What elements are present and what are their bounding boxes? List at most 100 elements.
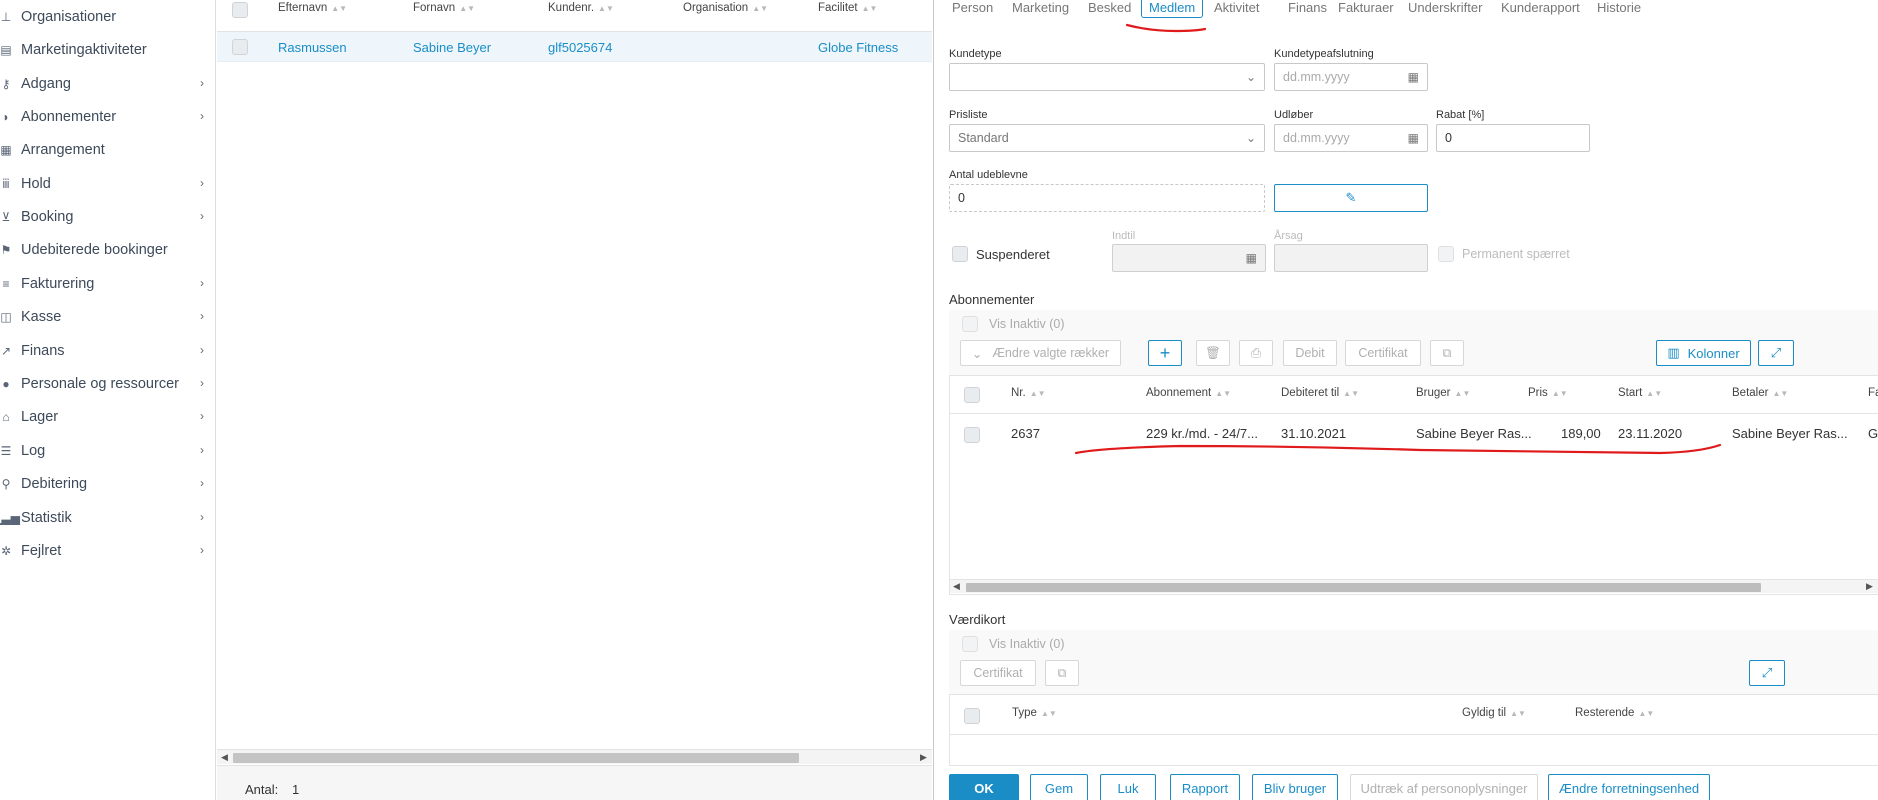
- sidebar-item-personale-og-ressourcer[interactable]: ● Personale og ressourcer ›: [0, 372, 216, 396]
- sidebar-item-marketingaktiviteter[interactable]: ▤ Marketingaktiviteter: [0, 38, 216, 62]
- column-header-organisation[interactable]: Organisation ▲▼: [683, 2, 768, 14]
- sidebar-item-lager[interactable]: ⌂ Lager ›: [0, 405, 216, 429]
- rapport-button[interactable]: Rapport: [1170, 774, 1240, 800]
- vis-inaktiv-checkbox[interactable]: [962, 316, 978, 332]
- scroll-right-icon[interactable]: ▶: [920, 752, 927, 763]
- column-header-resterende[interactable]: Resterende ▲▼: [1575, 707, 1654, 719]
- kundetypeafslutning-date-input[interactable]: dd.mm.yyyy ▦: [1274, 63, 1428, 91]
- tab-medlem[interactable]: Medlem: [1141, 0, 1204, 18]
- expand-button[interactable]: ⤢: [1749, 660, 1785, 686]
- column-header-bruger[interactable]: Bruger ▲▼: [1416, 387, 1470, 399]
- suspenderet-label: Suspenderet: [976, 247, 1050, 262]
- select-all-checkbox[interactable]: [964, 387, 980, 403]
- tab-person[interactable]: Person: [952, 0, 993, 18]
- scroll-right-icon[interactable]: ▶: [1866, 581, 1873, 592]
- column-header-pris[interactable]: Pris ▲▼: [1528, 387, 1568, 399]
- list-footer: Antal: 1: [217, 765, 932, 800]
- grid-header: Nr. ▲▼ Abonnement ▲▼ Debiteret til ▲▼ Bruge…: [950, 376, 1878, 414]
- antal-udeblevne-input[interactable]: 0: [949, 184, 1265, 212]
- cell-nr[interactable]: 2637: [1011, 426, 1040, 441]
- tab-marketing[interactable]: Marketing: [1012, 0, 1069, 18]
- tab-kunderapport[interactable]: Kunderapport: [1501, 0, 1580, 18]
- cell-fornavn[interactable]: Sabine Beyer: [413, 40, 491, 55]
- tab-besked[interactable]: Besked: [1088, 0, 1131, 18]
- grid-horizontal-scrollbar[interactable]: ◀ ▶: [950, 579, 1878, 593]
- aendre-forretningsenhed-button[interactable]: Ændre forretningsenhed: [1548, 774, 1710, 800]
- rabat-input[interactable]: 0: [1436, 124, 1590, 152]
- select-all-checkbox[interactable]: [232, 2, 248, 18]
- cell-start[interactable]: 23.11.2020: [1618, 426, 1682, 441]
- gem-button[interactable]: Gem: [1030, 774, 1088, 800]
- customer-detail-pane: Person Marketing Besked Medlem Aktivitet…: [933, 0, 1878, 800]
- sidebar-item-arrangement[interactable]: ▦ Arrangement: [0, 138, 216, 162]
- cell-pris[interactable]: 189,00: [1561, 426, 1601, 441]
- suspenderet-checkbox[interactable]: [952, 246, 968, 262]
- cell-fa[interactable]: G: [1868, 426, 1878, 441]
- cell-abonnement[interactable]: 229 kr./md. - 24/7...: [1146, 426, 1258, 441]
- sidebar-item-hold[interactable]: ⅲ Hold ›: [0, 172, 216, 196]
- add-subscription-button[interactable]: +: [1148, 340, 1182, 366]
- sidebar-item-log[interactable]: ☰ Log ›: [0, 439, 216, 463]
- scrollbar-thumb[interactable]: [233, 753, 799, 763]
- column-header-abonnement[interactable]: Abonnement ▲▼: [1146, 387, 1231, 399]
- cell-efternavn[interactable]: Rasmussen: [278, 40, 347, 55]
- cell-facilitet[interactable]: Globe Fitness: [818, 40, 898, 55]
- sidebar-item-fakturering[interactable]: ≡ Fakturering ›: [0, 272, 216, 296]
- table-row[interactable]: 2637 229 kr./md. - 24/7... 31.10.2021 Sa…: [950, 414, 1878, 458]
- column-header-betaler[interactable]: Betaler ▲▼: [1732, 387, 1788, 399]
- tab-fakturaer[interactable]: Fakturaer: [1338, 0, 1394, 18]
- kolonner-button[interactable]: ▥ Kolonner: [1656, 340, 1751, 366]
- column-header-debiteret-til[interactable]: Debiteret til ▲▼: [1281, 387, 1359, 399]
- column-header-type[interactable]: Type ▲▼: [1012, 707, 1057, 719]
- prisliste-select[interactable]: Standard ⌄: [949, 124, 1265, 152]
- udloeber-date-input[interactable]: dd.mm.yyyy ▦: [1274, 124, 1428, 152]
- sidebar-item-organisationer[interactable]: ⊥ Organisationer: [0, 5, 216, 29]
- cell-betaler[interactable]: Sabine Beyer Ras...: [1732, 426, 1848, 441]
- calendar-icon[interactable]: ▦: [1408, 131, 1419, 145]
- tab-historie[interactable]: Historie: [1597, 0, 1641, 18]
- sidebar-item-abonnementer[interactable]: ◗ Abonnementer ›: [0, 105, 216, 129]
- row-checkbox[interactable]: [964, 427, 980, 443]
- sidebar-item-fejlret[interactable]: ✲ Fejlret ›: [0, 539, 216, 563]
- scroll-left-icon[interactable]: ◀: [221, 752, 228, 763]
- invoice-icon: ≡: [2, 277, 10, 291]
- ok-button[interactable]: OK: [949, 774, 1019, 800]
- edit-button[interactable]: ✎: [1274, 184, 1428, 212]
- tab-underskrifter[interactable]: Underskrifter: [1408, 0, 1482, 18]
- sidebar-item-statistik[interactable]: ▁▃▅ Statistik ›: [0, 506, 216, 530]
- column-header-fornavn[interactable]: Fornavn ▲▼: [413, 2, 475, 14]
- column-header-facilitet[interactable]: Facilitet ▲▼: [818, 2, 877, 14]
- table-row[interactable]: Rasmussen Sabine Beyer glf5025674 Globe …: [217, 32, 932, 62]
- column-header-start[interactable]: Start ▲▼: [1618, 387, 1662, 399]
- sidebar-item-finans[interactable]: ↗ Finans ›: [0, 339, 216, 363]
- bliv-bruger-button[interactable]: Bliv bruger: [1252, 774, 1338, 800]
- cell-kundenr[interactable]: glf5025674: [548, 40, 612, 55]
- sidebar-item-kasse[interactable]: ◫ Kasse ›: [0, 305, 216, 329]
- kundetype-select[interactable]: ⌄: [949, 63, 1265, 91]
- calendar-icon[interactable]: ▦: [1408, 70, 1419, 84]
- column-header-efternavn[interactable]: Efternavn ▲▼: [278, 2, 347, 14]
- scrollbar-thumb[interactable]: [966, 583, 1761, 592]
- select-all-checkbox[interactable]: [964, 708, 980, 724]
- udtraek-button: Udtræk af personoplysninger: [1350, 774, 1538, 800]
- scroll-left-icon[interactable]: ◀: [953, 581, 960, 592]
- vis-inaktiv-checkbox[interactable]: [962, 636, 978, 652]
- cell-debiteret-til[interactable]: 31.10.2021: [1281, 426, 1346, 441]
- list-horizontal-scrollbar[interactable]: ◀ ▶: [217, 749, 932, 764]
- luk-button[interactable]: Luk: [1100, 774, 1156, 800]
- expand-button[interactable]: ⤢: [1758, 340, 1794, 366]
- column-header-nr[interactable]: Nr. ▲▼: [1011, 387, 1046, 399]
- row-checkbox[interactable]: [232, 39, 248, 55]
- column-header-fa[interactable]: Fa: [1868, 387, 1878, 399]
- indtil-label: Indtil: [1112, 230, 1136, 242]
- sidebar-item-booking[interactable]: ⊻ Booking ›: [0, 205, 216, 229]
- copy-button: ⧉: [1045, 660, 1079, 686]
- column-header-gyldig-til[interactable]: Gyldig til ▲▼: [1462, 707, 1526, 719]
- tab-aktivitet[interactable]: Aktivitet: [1214, 0, 1260, 18]
- sidebar-item-adgang[interactable]: ⚷ Adgang ›: [0, 72, 216, 96]
- column-header-kundenr[interactable]: Kundenr. ▲▼: [548, 2, 614, 14]
- cell-bruger[interactable]: Sabine Beyer Ras...: [1416, 426, 1532, 441]
- sidebar-item-debitering[interactable]: ⚲ Debitering ›: [0, 472, 216, 496]
- sidebar-item-udebiterede-bookinger[interactable]: ⚑ Udebiterede bookinger: [0, 238, 216, 262]
- tab-finans[interactable]: Finans: [1288, 0, 1327, 18]
